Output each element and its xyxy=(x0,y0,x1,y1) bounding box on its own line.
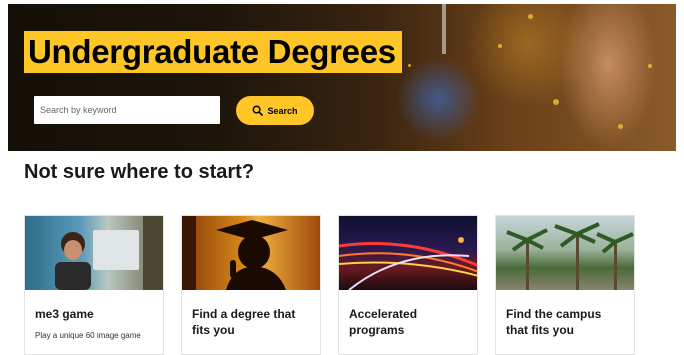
card-title: me3 game xyxy=(35,307,94,321)
graduate-silhouette xyxy=(182,216,288,290)
section-title: Not sure where to start? xyxy=(24,161,255,183)
palm-trees-illustration xyxy=(506,222,634,290)
search-button-label: Search xyxy=(267,105,298,116)
card-title: Find the campus that fits you xyxy=(506,307,602,337)
card-image-light-trails xyxy=(339,216,477,290)
search-button[interactable]: Search xyxy=(236,96,314,125)
student-illustration xyxy=(55,216,163,290)
bokeh-light xyxy=(498,44,502,48)
card-title: Find a degree that fits you xyxy=(192,307,296,337)
card-image-student-laptop xyxy=(25,216,163,290)
bokeh-light xyxy=(408,64,411,67)
page-title: Undergraduate Degrees xyxy=(24,31,402,73)
search-icon xyxy=(253,105,264,116)
globe-stand-rod xyxy=(442,4,446,54)
card-description: Play a unique 60 image game xyxy=(35,331,141,340)
card-title: Accelerated programs xyxy=(349,307,418,337)
bokeh-light xyxy=(528,14,533,19)
bokeh-light xyxy=(553,99,559,105)
card-find-degree[interactable]: Find a degree that fits you xyxy=(181,215,321,355)
hero-banner: Undergraduate Degrees Search xyxy=(8,4,676,151)
card-me3-game[interactable]: me3 game Play a unique 60 image game xyxy=(24,215,164,355)
card-accelerated-programs[interactable]: Accelerated programs xyxy=(338,215,478,355)
bokeh-light xyxy=(648,64,652,68)
bokeh-light xyxy=(618,124,623,129)
card-image-graduate xyxy=(182,216,320,290)
search-input[interactable] xyxy=(34,96,220,124)
card-find-campus[interactable]: Find the campus that fits you xyxy=(495,215,635,355)
card-image-palm-trees xyxy=(496,216,634,290)
light-trails-illustration xyxy=(339,237,477,290)
